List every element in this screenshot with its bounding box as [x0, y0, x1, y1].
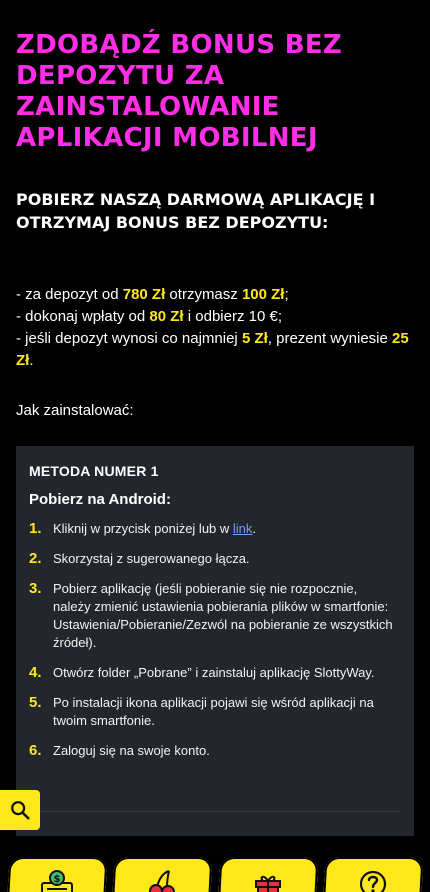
nav-cashier-button[interactable]: $	[6, 857, 108, 892]
step-text-part: .	[252, 521, 257, 536]
step-text-part: Kliknij w przycisk poniżej lub w	[53, 521, 233, 536]
how-to-install-heading: Jak zainstalować:	[16, 402, 134, 419]
step-item: 4. Otwórz folder „Pobrane” i zainstaluj …	[29, 664, 398, 682]
bonus-amount: 780 Zł	[122, 286, 166, 303]
step-text: Kliknij w przycisk poniżej lub w link.	[53, 520, 256, 538]
bottom-navigation: $	[0, 846, 430, 892]
step-number: 4.	[29, 664, 42, 681]
step-item: 5. Po instalacji ikona aplikacji pojawi …	[29, 694, 398, 730]
method-title: METODA NUMER 1	[29, 463, 159, 479]
download-link[interactable]: link	[233, 521, 253, 536]
step-item: 3. Pobierz aplikację (jeśli pobieranie s…	[29, 580, 398, 652]
step-text: Pobierz aplikację (jeśli pobieranie się …	[53, 581, 393, 650]
help-icon	[360, 870, 387, 892]
nav-games-button[interactable]	[111, 857, 213, 892]
method-subtitle: Pobierz na Android:	[29, 491, 171, 508]
bonus-amount: 80 Zł	[149, 308, 184, 325]
bonus-line-2: - dokonaj wpłaty od 80 Zł i odbierz 10 €…	[16, 306, 414, 328]
install-steps: 1. Kliknij w przycisk poniżej lub w link…	[29, 520, 398, 760]
cherries-icon	[149, 870, 176, 892]
money-icon: $	[40, 870, 73, 892]
step-item: 2. Skorzystaj z sugerowanego łącza.	[29, 550, 398, 568]
page-title: ZDOBĄDŹ BONUS BEZ DEPOZYTU ZA ZAINSTALOW…	[16, 30, 343, 153]
bonus-text: - dokonaj wpłaty od	[16, 308, 150, 325]
step-text: Zaloguj się na swoje konto.	[53, 743, 210, 758]
step-text: Otwórz folder „Pobrane” i zainstaluj apl…	[53, 665, 375, 680]
bonus-text: ;	[284, 286, 289, 303]
search-icon	[11, 801, 30, 820]
bonus-amount: 100 Zł	[241, 286, 285, 303]
step-number: 1.	[29, 520, 42, 537]
search-button[interactable]	[0, 790, 40, 830]
bonus-text: otrzymasz	[165, 286, 242, 303]
step-item: 1. Kliknij w przycisk poniżej lub w link…	[29, 520, 398, 538]
install-method-card: METODA NUMER 1 Pobierz na Android: 1. Kl…	[16, 446, 414, 836]
svg-text:$: $	[53, 874, 60, 885]
bonus-line-3: - jeśli depozyt wynosi co najmniej 5 Zł,…	[16, 328, 414, 372]
step-number: 6.	[29, 742, 42, 759]
nav-bonuses-button[interactable]	[217, 857, 319, 892]
bonus-line-1: - za depozyt od 780 Zł otrzymasz 100 Zł;	[16, 284, 414, 306]
nav-help-button[interactable]	[322, 857, 424, 892]
bonus-text: .	[29, 352, 34, 369]
bonus-text: i odbierz 10 €;	[183, 308, 283, 325]
step-number: 2.	[29, 550, 42, 567]
step-number: 3.	[29, 580, 42, 597]
divider	[30, 811, 400, 812]
step-number: 5.	[29, 694, 42, 711]
step-item: 6. Zaloguj się na swoje konto.	[29, 742, 398, 760]
bonus-text: - jeśli depozyt wynosi co najmniej	[16, 330, 242, 347]
intro-subheading: POBIERZ NASZĄ DARMOWĄ APLIKACJĘ I OTRZYM…	[16, 190, 376, 232]
bonus-amount: 5 Zł	[241, 330, 268, 347]
gift-icon	[254, 875, 281, 892]
bonus-text: , prezent wyniesie	[267, 330, 393, 347]
bonus-text: - za depozyt od	[16, 286, 123, 303]
step-text: Skorzystaj z sugerowanego łącza.	[53, 551, 250, 566]
bonus-conditions: - za depozyt od 780 Zł otrzymasz 100 Zł;…	[16, 284, 414, 372]
page: ZDOBĄDŹ BONUS BEZ DEPOZYTU ZA ZAINSTALOW…	[0, 30, 430, 892]
step-text: Po instalacji ikona aplikacji pojawi się…	[53, 695, 374, 728]
